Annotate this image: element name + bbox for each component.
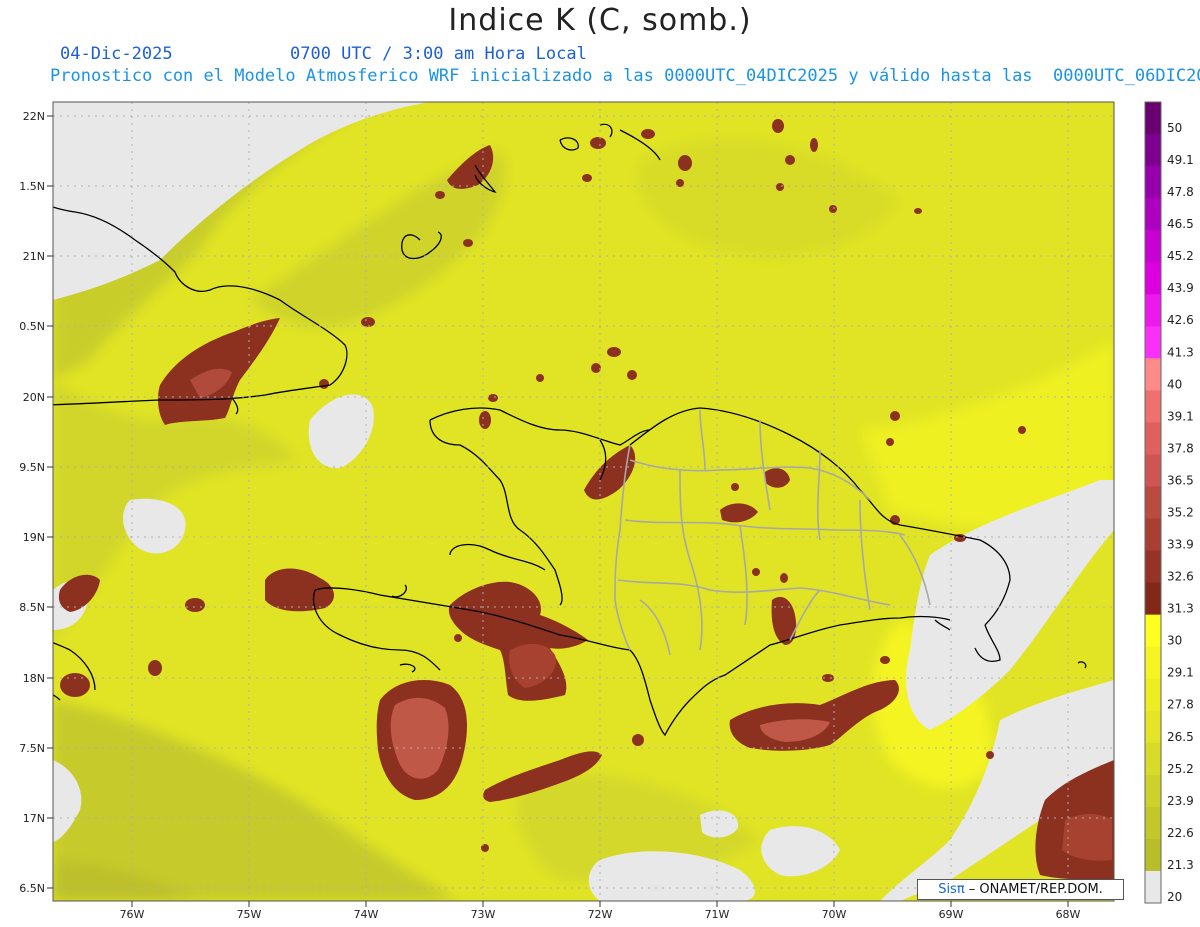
colorbar-swatch [1145, 774, 1161, 808]
lat-label: 0.5N [19, 320, 45, 333]
colorbar-swatch [1145, 646, 1161, 680]
map-field [53, 102, 1114, 901]
colorbar: 50 49.1 47.8 46.5 45.2 43.9 42.6 41.3 40 39.1 37.8… [1144, 101, 1194, 904]
lon-label: 76W [120, 908, 145, 921]
colorbar-swatch [1145, 134, 1161, 167]
colorbar-label: 30 [1167, 634, 1182, 648]
colorbar-swatch [1145, 262, 1161, 295]
colorbar-swatch [1145, 838, 1161, 872]
lat-label: 19N [23, 531, 45, 544]
colorbar-swatch [1145, 166, 1161, 199]
k-index-map: 22N 1.5N 21N 0.5N 20N 9.5N 19N 8.5N 18N … [19, 101, 1194, 921]
colorbar-label: 27.8 [1167, 698, 1194, 712]
colorbar-swatch [1145, 198, 1161, 231]
colorbar-label: 46.5 [1167, 217, 1194, 231]
colorbar-swatch [1145, 582, 1161, 616]
colorbar-swatch [1145, 102, 1161, 135]
colorbar-label: 21.3 [1167, 858, 1194, 872]
colorbar-label: 29.1 [1167, 666, 1194, 680]
lat-label: 6.5N [19, 882, 45, 895]
colorbar-label: 49.1 [1167, 153, 1194, 167]
colorbar-swatch [1145, 678, 1161, 712]
colorbar-swatch [1145, 230, 1161, 263]
colorbar-label: 36.5 [1167, 473, 1194, 487]
lon-label: 69W [939, 908, 964, 921]
lat-label: 21N [23, 250, 45, 263]
colorbar-label: 35.2 [1167, 505, 1194, 519]
colorbar-swatch [1145, 742, 1161, 776]
colorbar-label: 37.8 [1167, 441, 1194, 455]
lat-label: 18N [23, 672, 45, 685]
lat-label: 20N [23, 391, 45, 404]
colorbar-label: 26.5 [1167, 730, 1194, 744]
colorbar-label: 33.9 [1167, 538, 1194, 552]
sis-logo-text: Sisπ [938, 882, 965, 897]
lon-label: 70W [822, 908, 847, 921]
colorbar-label: 31.3 [1167, 602, 1194, 616]
colorbar-swatch [1145, 870, 1161, 904]
lon-label: 68W [1056, 908, 1081, 921]
lat-label: 8.5N [19, 601, 45, 614]
lon-label: 74W [354, 908, 379, 921]
credit-text: – ONAMET/REP.DOM. [964, 882, 1103, 897]
lon-label: 71W [705, 908, 730, 921]
lon-label: 73W [471, 908, 496, 921]
colorbar-label: 42.6 [1167, 313, 1194, 327]
colorbar-swatch [1145, 710, 1161, 744]
colorbar-swatch [1145, 326, 1161, 359]
colorbar-label: 41.3 [1167, 345, 1194, 359]
colorbar-label: 50 [1167, 121, 1182, 135]
colorbar-swatch [1145, 550, 1161, 584]
lat-label: 22N [23, 110, 45, 123]
colorbar-swatch [1145, 518, 1161, 552]
colorbar-label: 40 [1167, 377, 1182, 391]
colorbar-swatch [1145, 614, 1161, 648]
lat-label: 7.5N [19, 742, 45, 755]
colorbar-label: 22.6 [1167, 826, 1194, 840]
colorbar-swatch [1145, 486, 1161, 520]
colorbar-label: 39.1 [1167, 409, 1194, 423]
colorbar-label: 45.2 [1167, 249, 1194, 263]
colorbar-label: 43.9 [1167, 281, 1194, 295]
lat-label: 9.5N [19, 461, 45, 474]
colorbar-swatch [1145, 422, 1161, 455]
colorbar-swatch [1145, 294, 1161, 327]
colorbar-label: 23.9 [1167, 794, 1194, 808]
colorbar-swatch [1145, 390, 1161, 423]
credit-box: Sisπ – ONAMET/REP.DOM. [917, 879, 1124, 900]
lon-labels: 76W 75W 74W 73W 72W 71W 70W 69W 68W [120, 908, 1081, 921]
lon-label: 72W [588, 908, 613, 921]
colorbar-swatch [1145, 454, 1161, 487]
colorbar-label: 32.6 [1167, 570, 1194, 584]
lat-labels: 22N 1.5N 21N 0.5N 20N 9.5N 19N 8.5N 18N … [19, 110, 45, 895]
lat-label: 1.5N [19, 180, 45, 193]
colorbar-swatch [1145, 358, 1161, 391]
lon-label: 75W [237, 908, 262, 921]
lat-label: 17N [23, 812, 45, 825]
colorbar-swatch [1145, 806, 1161, 840]
colorbar-label: 25.2 [1167, 762, 1194, 776]
colorbar-label: 47.8 [1167, 185, 1194, 199]
colorbar-label: 20 [1167, 890, 1182, 904]
